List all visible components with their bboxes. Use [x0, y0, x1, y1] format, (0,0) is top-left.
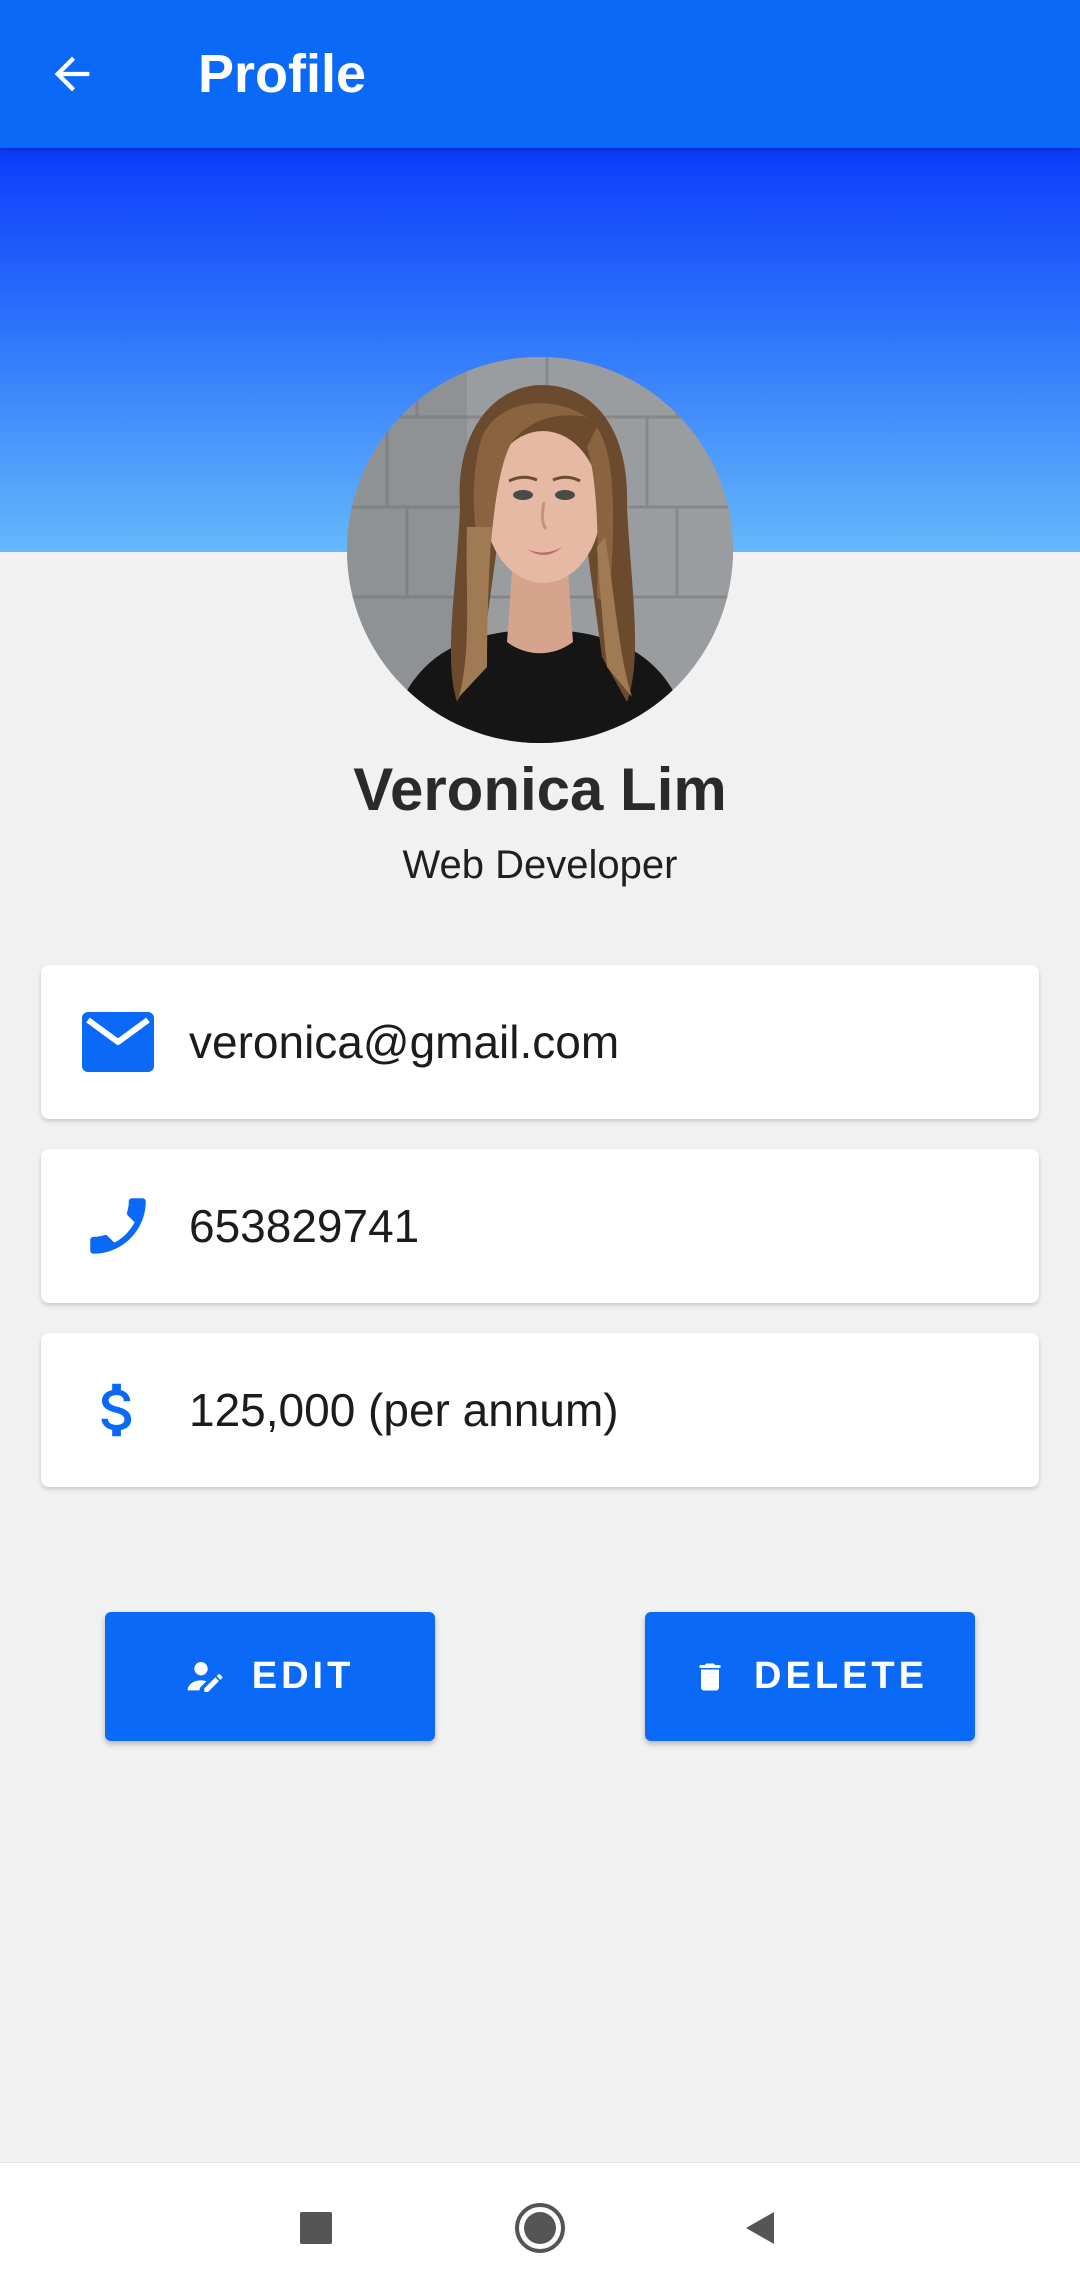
email-card[interactable]: veronica@gmail.com [41, 965, 1039, 1119]
system-nav-bar [0, 2162, 1080, 2293]
salary-value: 125,000 (per annum) [189, 1384, 619, 1436]
circle-home-icon [515, 2203, 565, 2253]
salary-card[interactable]: 125,000 (per annum) [41, 1333, 1039, 1487]
avatar [347, 357, 733, 743]
square-icon [300, 2212, 332, 2244]
app-bar: Profile [0, 0, 1080, 148]
arrow-left-icon [54, 56, 90, 92]
triangle-back-icon [746, 2212, 774, 2244]
dollar-icon [79, 1372, 157, 1448]
delete-button[interactable]: DELETE [645, 1612, 975, 1741]
email-value: veronica@gmail.com [189, 1016, 620, 1068]
phone-card[interactable]: 653829741 [41, 1149, 1039, 1303]
trash-icon [699, 1663, 721, 1690]
edit-button-label: EDIT [251, 1655, 355, 1697]
profile-name: Veronica Lim [353, 756, 727, 823]
delete-button-label: DELETE [754, 1655, 928, 1697]
home-button[interactable] [500, 2188, 580, 2268]
system-back-button[interactable] [720, 2188, 800, 2268]
recents-button[interactable] [276, 2188, 356, 2268]
email-icon [79, 1010, 157, 1074]
phone-value: 653829741 [189, 1200, 420, 1252]
back-button[interactable] [32, 34, 112, 114]
page-title: Profile [198, 44, 367, 104]
profile-role: Web Developer [402, 843, 678, 887]
edit-user-icon [187, 1661, 223, 1692]
edit-button[interactable]: EDIT [105, 1612, 435, 1741]
phone-icon [79, 1189, 157, 1263]
